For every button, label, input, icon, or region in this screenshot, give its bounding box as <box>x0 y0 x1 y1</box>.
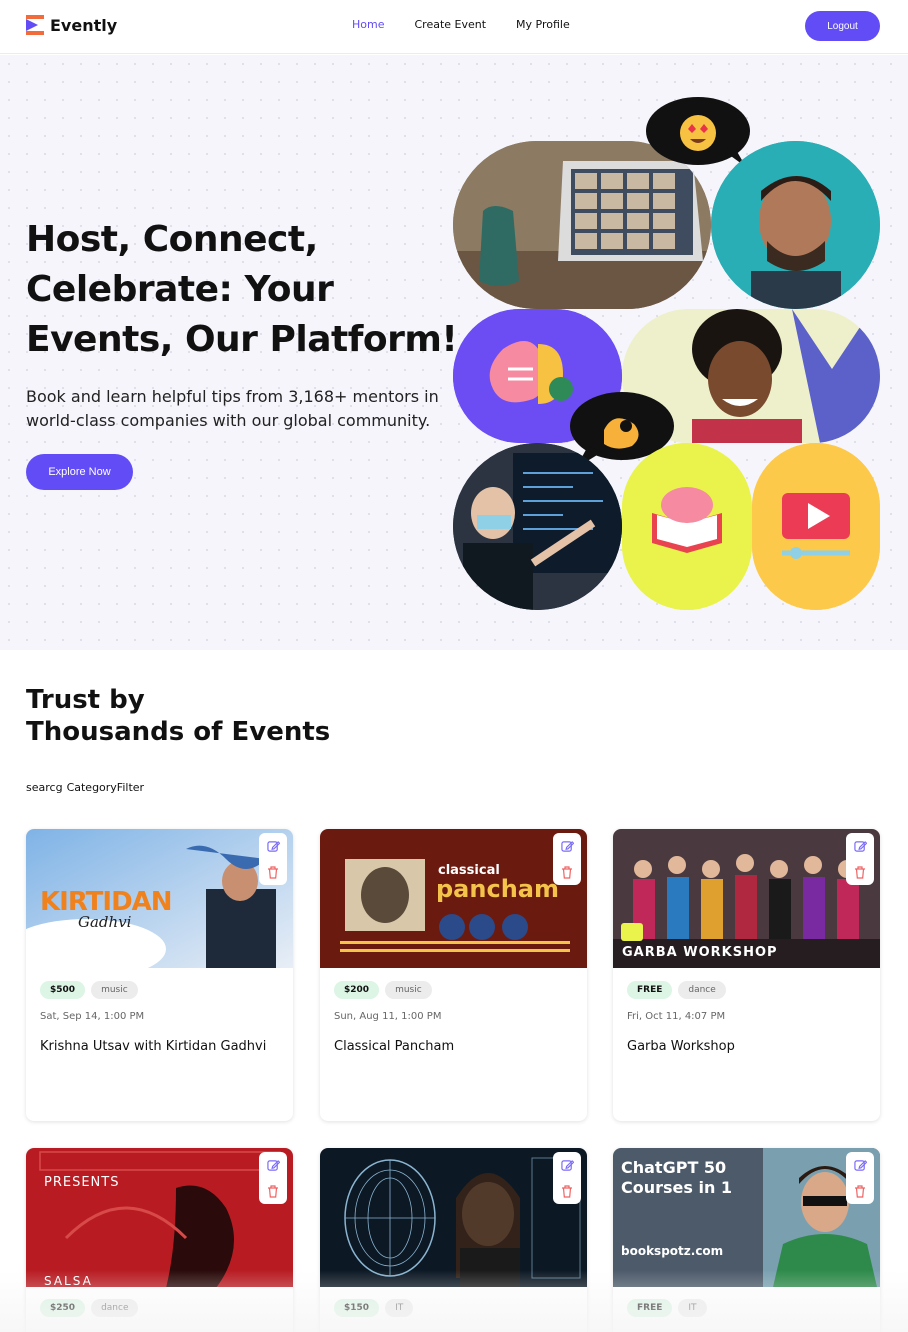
category-badge: IT <box>678 1299 707 1317</box>
nav-create-event[interactable]: Create Event <box>414 18 486 31</box>
kirtidan-banner-sub: Gadhvi <box>78 913 132 931</box>
event-banner-ai <box>320 1148 587 1287</box>
event-title[interactable]: Krishna Utsav with Kirtidan Gadhvi <box>40 1039 266 1054</box>
brand-name: Evently <box>50 15 118 35</box>
delete-icon[interactable] <box>561 1184 573 1198</box>
card-tags: FREE dance <box>627 981 726 999</box>
hero-subtitle: Book and learn helpful tips from 3,168+ … <box>26 387 439 430</box>
card-action-panel <box>846 833 874 885</box>
video-play-image <box>752 443 880 610</box>
salsa-banner-sub: SALSA <box>44 1274 93 1287</box>
card-action-panel <box>259 833 287 885</box>
event-card[interactable]: ChatGPT 50 Courses in 1 bookspotz.com FR… <box>613 1148 880 1332</box>
price-badge: $200 <box>334 981 380 999</box>
delete-icon[interactable] <box>561 865 573 879</box>
chatgpt-banner-sub: bookspotz.com <box>621 1244 724 1258</box>
edit-icon[interactable] <box>266 840 280 853</box>
hero-section: Host, Connect, Celebrate: Your Events, O… <box>0 55 908 650</box>
card-tags: $500 music <box>40 981 138 999</box>
evently-logo-icon <box>26 15 44 35</box>
price-badge: $500 <box>40 981 86 999</box>
hero-title: Host, Connect, Celebrate: Your Events, O… <box>26 219 458 360</box>
filter-row: searcg CategoryFilter <box>26 781 144 794</box>
pancham-banner-text: pancham <box>436 875 559 903</box>
category-badge: dance <box>678 981 726 999</box>
event-banner-kirtidan: KIRTIDAN Gadhvi <box>26 829 293 968</box>
edit-icon[interactable] <box>266 1159 280 1172</box>
delete-icon[interactable] <box>854 1184 866 1198</box>
card-action-panel <box>553 833 581 885</box>
price-badge: FREE <box>627 981 673 999</box>
card-action-panel <box>846 1152 874 1204</box>
category-badge: music <box>91 981 138 999</box>
laughing-man-image <box>711 141 880 309</box>
presenter-image <box>453 443 622 610</box>
category-badge: music <box>385 981 432 999</box>
event-card[interactable]: GARBA WORKSHOP FREE dance Fri, Oct 11, 4… <box>613 829 880 1121</box>
explore-now-button[interactable]: Explore Now <box>26 454 133 490</box>
salsa-banner-text: PRESENTS <box>44 1175 120 1190</box>
event-date: Sun, Aug 11, 1:00 PM <box>334 1011 442 1022</box>
category-filter[interactable]: CategoryFilter <box>67 781 145 794</box>
event-banner-pancham: classical pancham <box>320 829 587 968</box>
event-banner-garba: GARBA WORKSHOP <box>613 829 880 968</box>
category-badge: IT <box>385 1299 414 1317</box>
price-badge: $250 <box>40 1299 86 1317</box>
event-card[interactable]: classical pancham $200 music Sun, Aug 11… <box>320 829 587 1121</box>
event-card[interactable]: PRESENTS SALSA $250 dance <box>26 1148 293 1332</box>
delete-icon[interactable] <box>267 865 279 879</box>
event-date: Fri, Oct 11, 4:07 PM <box>627 1011 726 1022</box>
edit-icon[interactable] <box>853 1159 867 1172</box>
price-badge: FREE <box>627 1299 673 1317</box>
event-date: Sat, Sep 14, 1:00 PM <box>40 1011 145 1022</box>
edit-icon[interactable] <box>560 1159 574 1172</box>
top-header: Evently Home Create Event My Profile Log… <box>0 0 908 54</box>
event-title[interactable]: Garba Workshop <box>627 1039 735 1054</box>
garba-banner-text: GARBA WORKSHOP <box>622 945 778 960</box>
price-badge: $150 <box>334 1299 380 1317</box>
card-tags: FREE IT <box>627 1299 707 1317</box>
edit-icon[interactable] <box>560 840 574 853</box>
event-title[interactable]: Classical Pancham <box>334 1039 454 1054</box>
nav-home[interactable]: Home <box>352 18 384 31</box>
event-banner-chatgpt: ChatGPT 50 Courses in 1 bookspotz.com <box>613 1148 880 1287</box>
category-badge: dance <box>91 1299 139 1317</box>
delete-icon[interactable] <box>267 1184 279 1198</box>
main-nav: Home Create Event My Profile <box>352 18 570 31</box>
card-tags: $250 dance <box>40 1299 139 1317</box>
event-card[interactable]: $150 IT <box>320 1148 587 1332</box>
nav-my-profile[interactable]: My Profile <box>516 18 570 31</box>
edit-icon[interactable] <box>853 840 867 853</box>
search-field[interactable]: searcg <box>26 781 63 794</box>
chatgpt-banner-text: ChatGPT 50 Courses in 1 <box>621 1158 733 1197</box>
card-action-panel <box>553 1152 581 1204</box>
card-tags: $150 IT <box>334 1299 414 1317</box>
delete-icon[interactable] <box>854 865 866 879</box>
events-section-title: Trust by Thousands of Events <box>26 684 330 748</box>
event-banner-salsa: PRESENTS SALSA <box>26 1148 293 1287</box>
card-tags: $200 music <box>334 981 432 999</box>
brand-logo[interactable]: Evently <box>26 15 117 35</box>
card-action-panel <box>259 1152 287 1204</box>
section-title-line2: Thousands of Events <box>26 717 331 747</box>
book-brain-image <box>622 443 752 610</box>
heart-eyes-bubble <box>646 95 752 167</box>
event-card[interactable]: KIRTIDAN Gadhvi $500 music Sat, Sep 14, … <box>26 829 293 1121</box>
logout-button[interactable]: Logout <box>805 11 880 41</box>
section-title-line1: Trust by <box>26 685 145 715</box>
